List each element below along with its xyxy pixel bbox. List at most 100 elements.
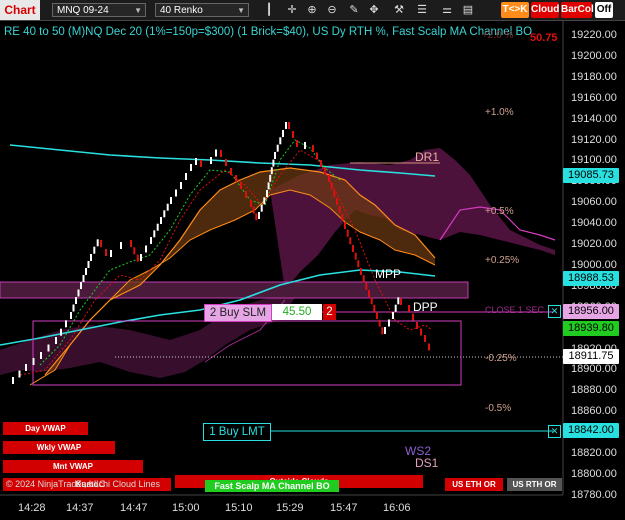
close-icon[interactable]: ✕ bbox=[548, 305, 561, 318]
renko-brick bbox=[352, 245, 354, 252]
renko-brick bbox=[170, 197, 172, 204]
renko-brick bbox=[47, 344, 50, 352]
renko-brick bbox=[25, 364, 27, 371]
renko-brick bbox=[328, 175, 330, 182]
time-axis-label: 15:29 bbox=[276, 502, 304, 514]
dr1-label: DR1 bbox=[415, 150, 440, 164]
price-axis-label: 19160.00 bbox=[571, 91, 617, 104]
renko-brick bbox=[160, 217, 162, 224]
renko-brick bbox=[416, 322, 418, 329]
fast-clouds-label: Fast Ichi Cloud Lines bbox=[76, 479, 161, 489]
renko-brick bbox=[85, 268, 87, 275]
price-axis-label: 19140.00 bbox=[571, 112, 617, 125]
renko-brick bbox=[82, 275, 85, 282]
renko-brick bbox=[40, 352, 42, 359]
renko-brick bbox=[110, 250, 112, 257]
price-tag-limit: 18842.00 bbox=[563, 423, 619, 438]
renko-brick bbox=[180, 182, 182, 189]
renko-brick bbox=[336, 198, 338, 205]
renko-brick bbox=[292, 131, 294, 138]
renko-brick bbox=[276, 144, 279, 152]
renko-brick bbox=[274, 152, 276, 159]
fast-scalp-button[interactable]: Fast Scalp MA Channel BO bbox=[205, 480, 339, 492]
renko-brick bbox=[288, 122, 290, 129]
renko-brick bbox=[267, 182, 270, 190]
renko-brick bbox=[263, 197, 266, 205]
price-axis-label: 19020.00 bbox=[571, 238, 617, 250]
renko-brick bbox=[12, 377, 14, 384]
renko-brick bbox=[320, 160, 322, 167]
pct-label-plus-05: +0.5% bbox=[485, 206, 514, 217]
time-axis-label: 15:10 bbox=[225, 502, 253, 514]
renko-brick bbox=[96, 239, 99, 247]
us-rth-or-button[interactable]: US RTH OR bbox=[507, 478, 562, 491]
weekly-vwap-button[interactable]: Wkly VWAP bbox=[3, 441, 115, 454]
ds1-label: DS1 bbox=[415, 456, 439, 470]
day-vwap-button[interactable]: Day VWAP bbox=[3, 422, 88, 435]
buy-stop-order-price[interactable]: 45.50 bbox=[272, 304, 322, 320]
renko-brick bbox=[368, 290, 370, 297]
renko-brick bbox=[235, 175, 237, 182]
renko-brick bbox=[240, 182, 242, 189]
renko-brick bbox=[87, 261, 90, 268]
time-axis-label: 16:06 bbox=[383, 502, 411, 514]
renko-brick bbox=[93, 246, 96, 254]
cyan-vwap-upper bbox=[9, 144, 436, 177]
renko-brick bbox=[77, 289, 80, 297]
renko-brick bbox=[376, 312, 378, 319]
buy-limit-order-label[interactable]: 1 Buy LMT bbox=[203, 423, 271, 441]
pct-label-plus-1: +1.0% bbox=[485, 107, 514, 118]
renko-brick bbox=[270, 167, 273, 175]
renko-brick bbox=[150, 237, 152, 244]
chart-title: RE 40 to 50 (M)NQ Dec 20 (1%=150p=$300) … bbox=[4, 26, 533, 38]
price-axis-label: 19220.00 bbox=[571, 29, 617, 41]
price-axis-label: 18880.00 bbox=[571, 384, 617, 397]
price-axis-label: 18780.00 bbox=[571, 488, 617, 501]
renko-brick bbox=[190, 164, 192, 171]
renko-brick bbox=[341, 214, 344, 221]
renko-brick bbox=[312, 145, 314, 152]
monthly-vwap-button[interactable]: Mnt VWAP bbox=[3, 460, 143, 473]
renko-brick bbox=[282, 130, 284, 137]
buy-stop-order-label[interactable]: 2 Buy SLM bbox=[204, 304, 272, 322]
time-axis-label: 14:37 bbox=[66, 502, 94, 514]
renko-brick bbox=[166, 203, 169, 211]
renko-brick bbox=[408, 305, 410, 312]
renko-brick bbox=[370, 297, 373, 305]
price-tag-cyan-lower: 18988.53 bbox=[563, 271, 619, 286]
price-axis-label: 19200.00 bbox=[571, 49, 617, 62]
renko-brick bbox=[250, 200, 252, 207]
renko-brick bbox=[384, 327, 386, 334]
renko-brick bbox=[378, 319, 381, 327]
renko-brick bbox=[412, 313, 414, 321]
renko-brick bbox=[175, 189, 177, 197]
renko-brick bbox=[362, 275, 365, 283]
renko-brick bbox=[346, 229, 349, 237]
renko-brick bbox=[140, 254, 142, 261]
time-axis-label: 15:00 bbox=[172, 502, 200, 514]
price-tag-green: 18939.80 bbox=[563, 321, 619, 336]
price-axis-label: 19180.00 bbox=[571, 70, 617, 83]
renko-brick bbox=[349, 237, 352, 245]
renko-brick bbox=[316, 152, 318, 160]
time-axis-label: 14:47 bbox=[120, 502, 148, 514]
price-axis-label: 19100.00 bbox=[571, 154, 617, 167]
renko-brick bbox=[145, 245, 147, 253]
renko-brick bbox=[225, 159, 227, 166]
renko-brick bbox=[130, 240, 132, 247]
price-axis-label: 19060.00 bbox=[571, 196, 617, 209]
renko-brick bbox=[400, 298, 402, 305]
close-icon[interactable]: ✕ bbox=[548, 425, 561, 438]
renko-brick bbox=[195, 158, 197, 165]
renko-brick bbox=[285, 122, 287, 129]
mpp-label: MPP bbox=[375, 267, 402, 281]
renko-brick bbox=[420, 328, 422, 336]
renko-brick bbox=[304, 142, 306, 149]
pct-label-plus-025: +0.25% bbox=[485, 255, 520, 266]
us-eth-or-button[interactable]: US ETH OR bbox=[445, 478, 503, 491]
time-axis-label: 14:28 bbox=[18, 502, 46, 514]
renko-brick bbox=[133, 247, 136, 255]
renko-brick bbox=[105, 249, 107, 256]
renko-brick bbox=[373, 304, 376, 312]
buy-stop-order-qty[interactable]: 2 bbox=[323, 304, 336, 320]
